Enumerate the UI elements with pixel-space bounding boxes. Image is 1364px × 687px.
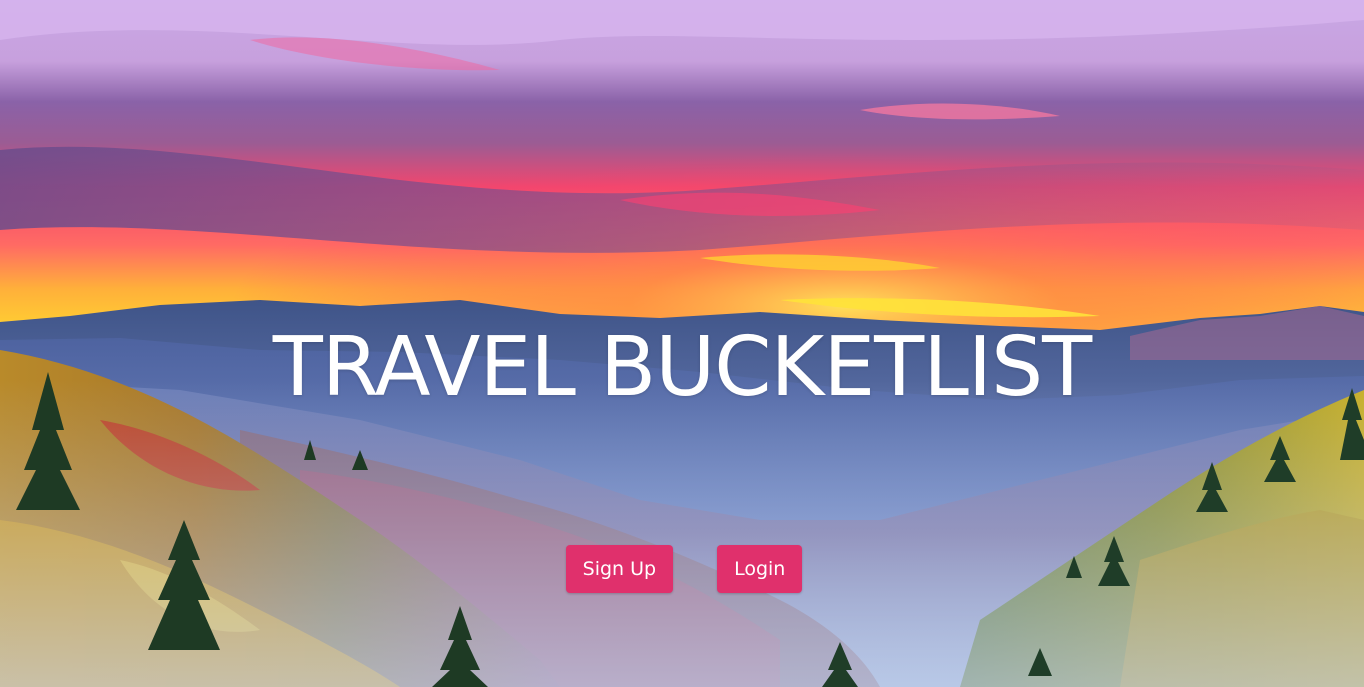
login-button[interactable]: Login — [717, 545, 803, 593]
sign-up-button[interactable]: Sign Up — [565, 545, 674, 593]
auth-button-group: Sign Up Login — [0, 545, 1364, 593]
page-title: TRAVEL BUCKETLIST — [272, 320, 1092, 415]
